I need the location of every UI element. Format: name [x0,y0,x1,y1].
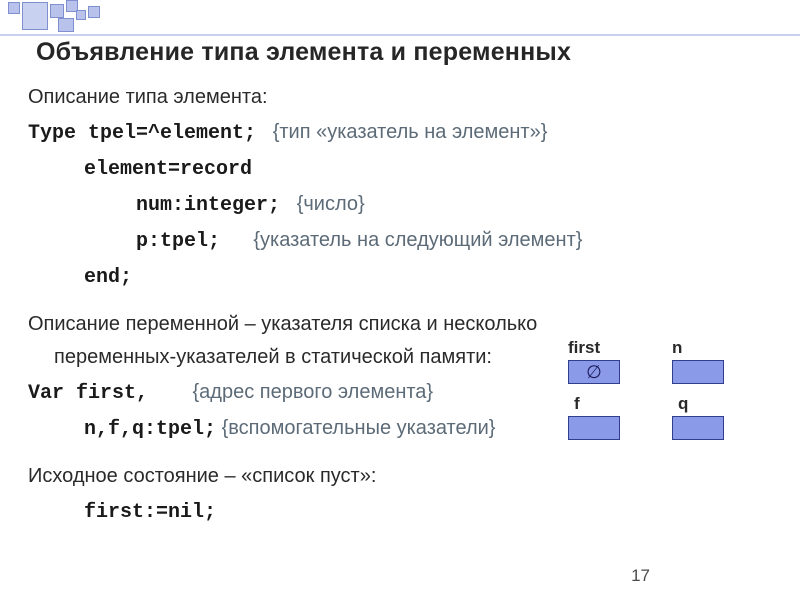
diagram-label-f: f [568,394,580,414]
type-intro: Описание типа элемента: [28,81,772,114]
diagram-label-n: n [672,338,682,358]
diagram-label-first: first [568,338,600,358]
code-line-p-tpel: p:tpel; {указатель на следующий элемент} [28,224,772,258]
diagram-box-first: ∅ [568,360,620,384]
slide-title: Объявление типа элемента и переменных [36,38,772,67]
code-line-type-tpel: Type tpel=^element; {тип «указатель на э… [28,116,772,150]
page-number: 17 [631,566,650,586]
nil-intro: Исходное состояние – «список пуст»: [28,460,772,493]
code-line-num-integer: num:integer; {число} [28,188,772,222]
code-line-end: end; [28,260,772,294]
diagram-box-f [568,416,620,440]
pointer-diagram: first ∅ n f q [568,338,758,450]
code-line-first-nil: first:=nil; [28,495,772,529]
diagram-label-q: q [672,394,688,414]
diagram-box-n [672,360,724,384]
header-rule [0,34,800,36]
diagram-box-q [672,416,724,440]
code-line-element-record: element=record [28,152,772,186]
